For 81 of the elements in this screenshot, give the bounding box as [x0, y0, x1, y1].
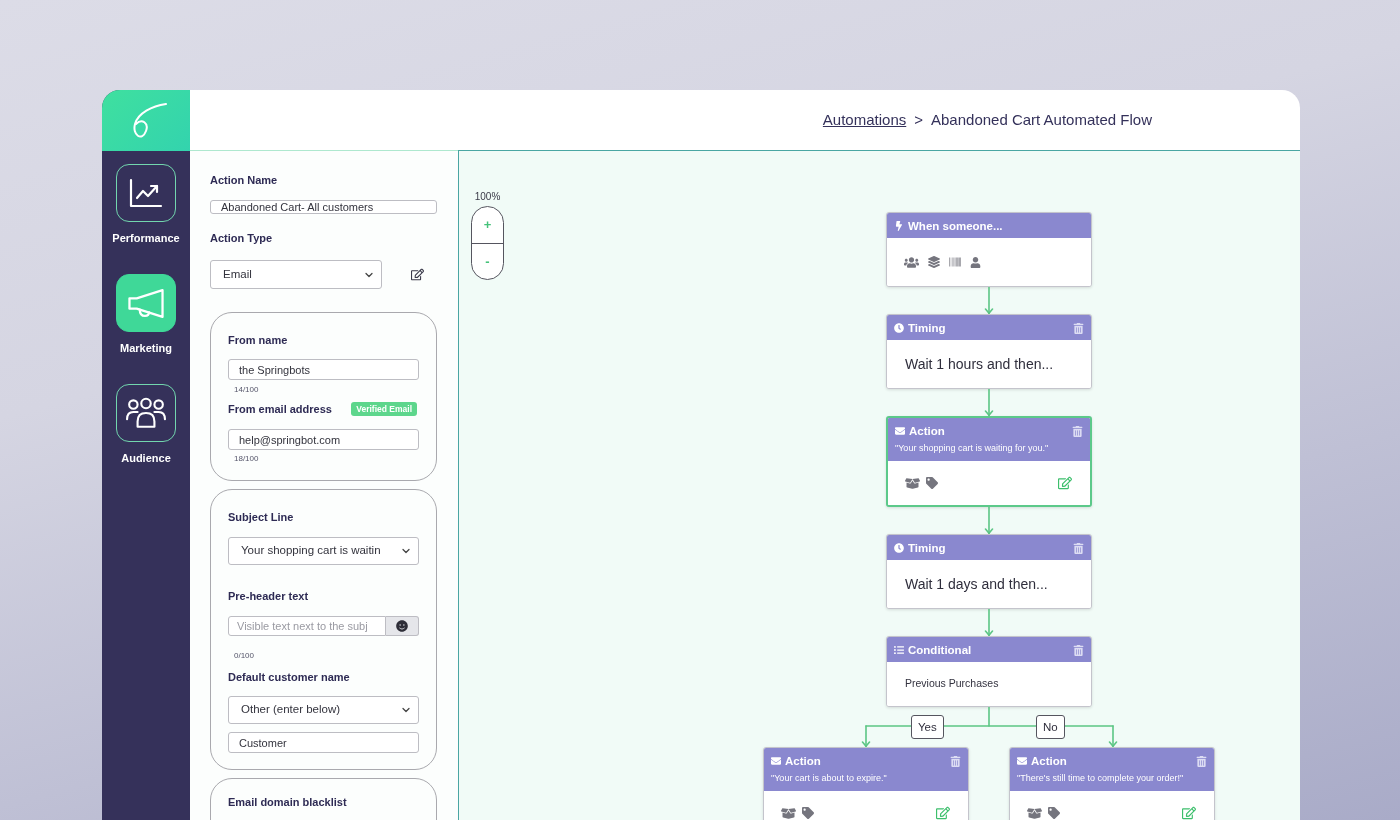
nav-label: Marketing: [120, 341, 172, 355]
trash-icon[interactable]: [1196, 755, 1207, 767]
node-title: Conditional: [908, 643, 972, 657]
customer-name-input[interactable]: Customer: [228, 732, 419, 753]
node-title: Action: [785, 754, 821, 768]
subject-line-select[interactable]: Your shopping cart is waitin: [228, 537, 419, 565]
node-title: Timing: [908, 321, 946, 335]
character-count: 14/100: [233, 385, 260, 395]
field-label: From email address: [228, 402, 332, 416]
tag-icon: [1048, 807, 1060, 819]
action-type-select[interactable]: Email: [210, 260, 382, 289]
trash-icon[interactable]: [1073, 644, 1084, 656]
node-text: Previous Purchases: [905, 676, 999, 692]
emoji-button[interactable]: [386, 616, 419, 636]
node-title: Action: [909, 424, 945, 438]
verified-badge: Verified Email: [351, 402, 417, 416]
node-text: Wait 1 hours and then...: [905, 354, 1054, 374]
line-chart-icon: [129, 178, 163, 208]
clock-icon: [894, 543, 904, 553]
connector-arrow: [984, 389, 994, 416]
megaphone-icon: [127, 287, 165, 319]
field-label: From name: [228, 333, 289, 347]
box-icon: [905, 475, 920, 491]
connector-arrow: [984, 507, 994, 534]
breadcrumb-link[interactable]: Automations: [822, 108, 907, 132]
smiley-icon: [396, 620, 408, 632]
node-text: Wait 1 days and then...: [905, 574, 1048, 594]
clock-icon: [894, 323, 904, 333]
nav-tile[interactable]: [116, 274, 176, 332]
trash-icon[interactable]: [950, 755, 961, 767]
nav-label: Audience: [121, 451, 171, 465]
box-icon: [1027, 805, 1042, 820]
field-label: Action Name: [210, 173, 279, 187]
connector-arrow: [984, 287, 994, 314]
trash-icon[interactable]: [1073, 322, 1084, 334]
list-icon: [894, 645, 904, 655]
field-label: Subject Line: [228, 510, 295, 524]
field-label: Pre-header text: [228, 589, 310, 603]
layers-icon: [928, 256, 940, 268]
envelope-icon: [895, 426, 905, 436]
flow-node[interactable]: Timing Wait 1 days and then...: [886, 534, 1092, 609]
breadcrumb-separator: >: [914, 109, 923, 130]
node-subtitle: "There's still time to complete your order!": [1017, 773, 1185, 784]
envelope-icon: [771, 756, 781, 766]
character-count: 0/100: [233, 651, 256, 661]
node-title: When someone...: [908, 219, 1003, 233]
character-count: 18/100: [233, 454, 260, 464]
node-title: Timing: [908, 541, 946, 555]
box-icon: [781, 805, 796, 820]
branch-label: No: [1036, 715, 1065, 739]
trash-icon[interactable]: [1072, 425, 1083, 437]
action-name-input[interactable]: Abandoned Cart- All customers: [210, 200, 437, 214]
flow-node[interactable]: Timing Wait 1 hours and then...: [886, 314, 1092, 389]
customer-name-select[interactable]: Other (enter below): [228, 696, 419, 724]
lightning-icon: [894, 221, 904, 231]
preheader-input[interactable]: Visible text next to the subj: [228, 616, 386, 636]
node-subtitle: "Your cart is about to expire.": [771, 773, 888, 784]
nav-tile[interactable]: [116, 384, 176, 442]
field-label: Email domain blacklist: [228, 795, 348, 809]
breadcrumb-current: Abandoned Cart Automated Flow: [931, 109, 1152, 130]
flow-node[interactable]: Conditional Previous Purchases: [886, 636, 1092, 707]
people-icon: [126, 397, 166, 429]
from-email-input[interactable]: help@springbot.com: [228, 429, 419, 450]
edit-icon[interactable]: [411, 268, 424, 281]
users-icon: [904, 254, 919, 270]
zoom-level: 100%: [474, 191, 501, 203]
tag-icon: [926, 477, 938, 489]
from-name-input[interactable]: the Springbots: [228, 359, 419, 380]
field-label: Default customer name: [228, 670, 351, 684]
node-subtitle: "Your shopping cart is waiting for you.": [895, 443, 1050, 454]
nav-tile[interactable]: [116, 164, 176, 222]
envelope-icon: [1017, 756, 1027, 766]
field-label: Action Type: [210, 231, 274, 245]
tag-icon: [802, 807, 814, 819]
branch-label: Yes: [911, 715, 944, 739]
barcode-icon: [949, 256, 961, 268]
connector-arrow: [984, 609, 994, 636]
node-title: Action: [1031, 754, 1067, 768]
trash-icon[interactable]: [1073, 542, 1084, 554]
user-icon: [970, 256, 981, 268]
nav-label: Performance: [112, 231, 180, 245]
